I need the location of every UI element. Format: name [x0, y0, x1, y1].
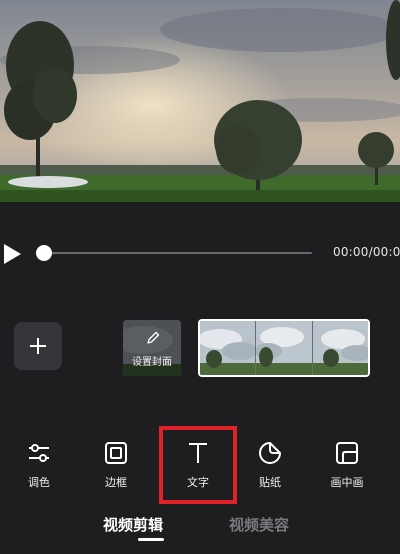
- tool-text[interactable]: 文字: [168, 434, 228, 494]
- clip-frame: [256, 321, 313, 375]
- adjust-sliders-icon: [29, 444, 49, 462]
- sticker-icon: [259, 442, 281, 464]
- progress-track[interactable]: [44, 252, 312, 254]
- tool-border[interactable]: 边框: [86, 434, 146, 494]
- tab-video-edit[interactable]: 视频剪辑: [103, 514, 163, 535]
- tool-color-adjust[interactable]: 调色: [9, 434, 69, 494]
- tool-label: 画中画: [330, 476, 364, 489]
- text-icon: [189, 443, 207, 463]
- clip-frame: [312, 321, 368, 375]
- tab-video-beauty[interactable]: 视频美容: [229, 514, 289, 535]
- play-button[interactable]: [2, 243, 22, 265]
- video-preview[interactable]: [0, 0, 400, 202]
- set-cover-button[interactable]: 设置封面: [123, 320, 181, 376]
- plus-icon: [30, 338, 46, 354]
- tool-label: 边框: [105, 476, 127, 489]
- tool-picture-in-picture[interactable]: 画中画: [317, 434, 377, 494]
- active-tab-indicator: [138, 538, 164, 541]
- progress-handle[interactable]: [36, 245, 52, 261]
- video-clip-track[interactable]: [198, 319, 370, 377]
- tool-sticker[interactable]: 贴纸: [240, 434, 300, 494]
- play-icon: [4, 244, 21, 264]
- picture-in-picture-icon: [336, 442, 358, 464]
- tool-label: 调色: [28, 476, 50, 489]
- add-clip-button[interactable]: [14, 322, 62, 370]
- pencil-icon: [147, 331, 160, 344]
- clip-frame: [200, 321, 257, 375]
- tool-label: 文字: [187, 476, 209, 489]
- time-readout: 00:00/00:03: [333, 245, 400, 259]
- frame-icon: [105, 442, 127, 464]
- tool-label: 贴纸: [259, 476, 281, 489]
- cover-label: 设置封面: [132, 357, 172, 368]
